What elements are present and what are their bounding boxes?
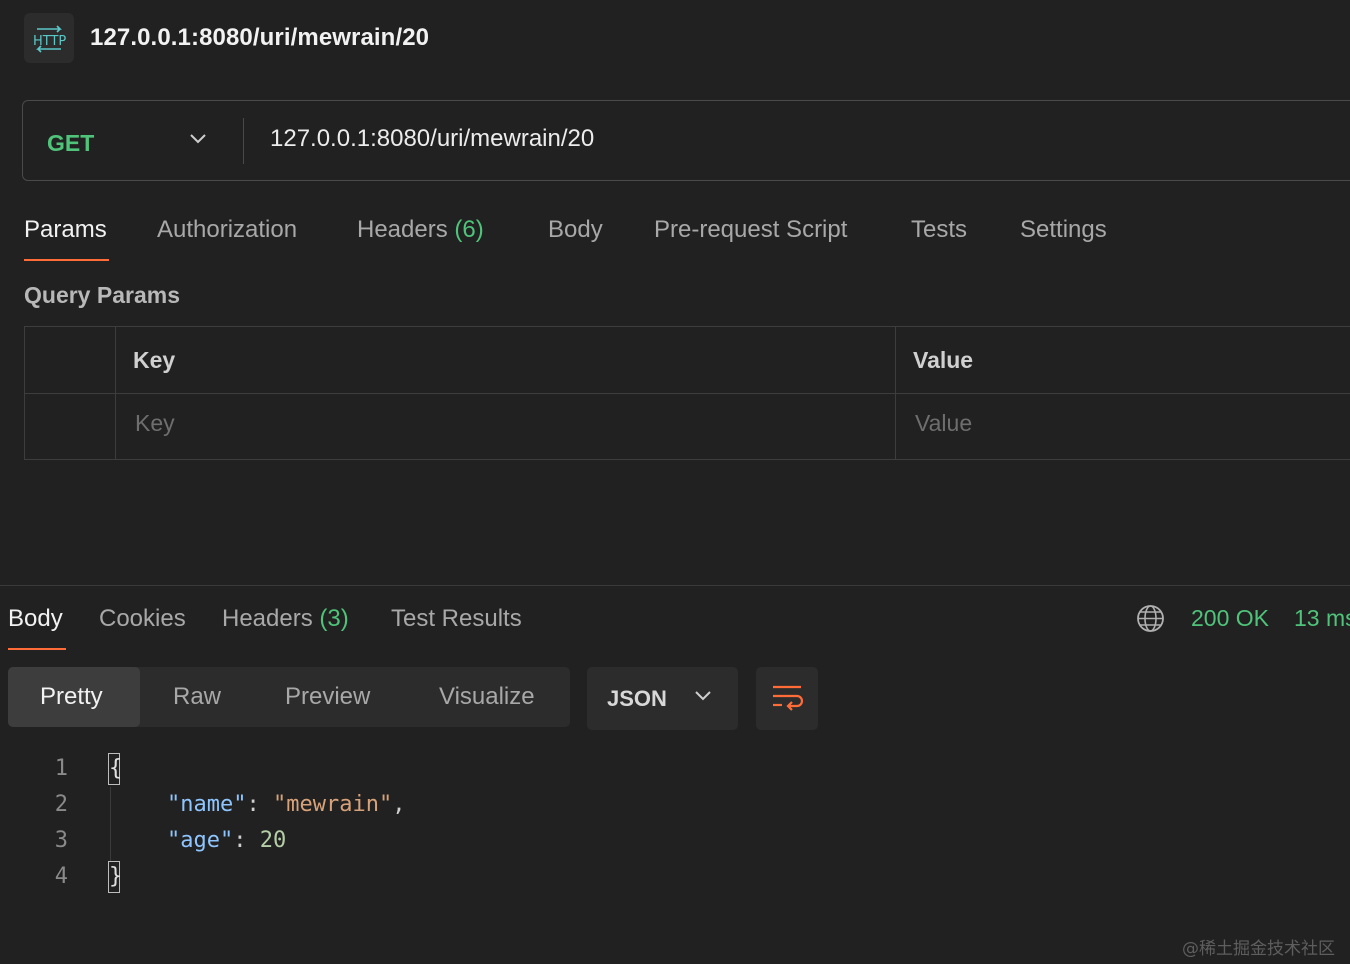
response-time[interactable]: 13 ms <box>1294 605 1350 632</box>
tab-params[interactable]: Params <box>24 216 107 244</box>
json-key: "name" <box>167 792 247 817</box>
tab-count: (3) <box>319 605 349 632</box>
tab-authorization[interactable]: Authorization <box>157 216 297 244</box>
json-number-value: 20 <box>259 828 287 853</box>
url-input[interactable]: 127.0.0.1:8080/uri/mewrain/20 <box>270 125 594 153</box>
watermark: @稀土掘金技术社区 <box>1182 939 1335 959</box>
http-icon: HTTP <box>33 25 66 53</box>
json-colon: : <box>246 792 260 817</box>
line-number: 4 <box>54 864 68 889</box>
http-badge: HTTP <box>24 13 74 63</box>
tab-headers[interactable]: Headers (6) <box>357 216 484 244</box>
table-divider <box>115 327 116 459</box>
method-selector[interactable]: GET <box>47 130 94 157</box>
format-label: JSON <box>607 686 667 711</box>
indent-guide <box>110 787 111 861</box>
query-params-table: Key Value Key Value <box>24 326 1350 460</box>
table-divider <box>25 393 1350 394</box>
chevron-down-icon[interactable] <box>189 133 207 145</box>
query-params-title: Query Params <box>24 282 180 308</box>
tab-label: Headers <box>222 605 313 632</box>
json-open-brace: { <box>108 753 122 785</box>
status-badge[interactable]: 200 OK <box>1191 605 1269 632</box>
request-title[interactable]: 127.0.0.1:8080/uri/mewrain/20 <box>90 24 429 52</box>
tab-label: Body <box>8 605 63 632</box>
response-tab-cookies[interactable]: Cookies <box>99 605 186 633</box>
tab-label: Cookies <box>99 605 186 632</box>
tab-body[interactable]: Body <box>548 216 603 244</box>
json-line-name: "name": "mewrain", <box>167 792 405 817</box>
chevron-down-icon <box>695 691 711 701</box>
tab-count: (6) <box>454 216 484 243</box>
json-key: "age" <box>167 828 234 853</box>
tab-label: Body <box>548 216 603 243</box>
json-close-brace: } <box>108 861 122 893</box>
line-number: 1 <box>54 756 68 781</box>
tab-label: Pre-request Script <box>654 216 848 243</box>
tab-label: Headers <box>357 216 448 243</box>
table-divider <box>895 327 896 459</box>
tab-tests[interactable]: Tests <box>911 216 967 244</box>
view-mode-visualize[interactable]: Visualize <box>439 683 535 711</box>
json-line-age: "age": 20 <box>167 828 286 853</box>
tab-label: Test Results <box>391 605 522 632</box>
param-value-input[interactable]: Value <box>915 410 972 437</box>
active-response-tab-indicator <box>8 648 66 650</box>
url-bar: GET 127.0.0.1:8080/uri/mewrain/20 <box>22 100 1350 181</box>
tab-pre-request-script[interactable]: Pre-request Script <box>654 216 847 244</box>
tab-label: Authorization <box>157 216 298 243</box>
param-key-input[interactable]: Key <box>135 410 175 437</box>
globe-icon[interactable] <box>1136 604 1165 633</box>
json-colon: : <box>233 828 247 853</box>
view-mode-preview[interactable]: Preview <box>285 683 370 711</box>
response-pane-divider[interactable] <box>0 585 1350 586</box>
column-header-key: Key <box>133 347 176 373</box>
svg-text:HTTP: HTTP <box>33 34 66 49</box>
wrap-lines-button[interactable] <box>756 667 818 730</box>
column-header-value: Value <box>913 347 974 373</box>
tab-label: Tests <box>911 216 968 243</box>
response-tab-body[interactable]: Body <box>8 605 63 633</box>
line-number: 3 <box>54 828 68 853</box>
json-comma: , <box>392 792 406 817</box>
url-divider <box>243 118 244 164</box>
json-string-value: "mewrain" <box>272 792 393 817</box>
tab-settings[interactable]: Settings <box>1020 216 1107 244</box>
view-mode-raw[interactable]: Raw <box>173 683 221 711</box>
view-mode-pretty[interactable]: Pretty <box>40 683 103 711</box>
response-tab-test-results[interactable]: Test Results <box>391 605 522 633</box>
response-tab-headers[interactable]: Headers (3) <box>222 605 349 633</box>
line-number: 2 <box>54 792 68 817</box>
tab-label: Settings <box>1020 216 1107 243</box>
active-tab-indicator <box>24 259 109 261</box>
wrap-lines-icon <box>773 685 803 711</box>
tab-label: Params <box>24 216 107 243</box>
